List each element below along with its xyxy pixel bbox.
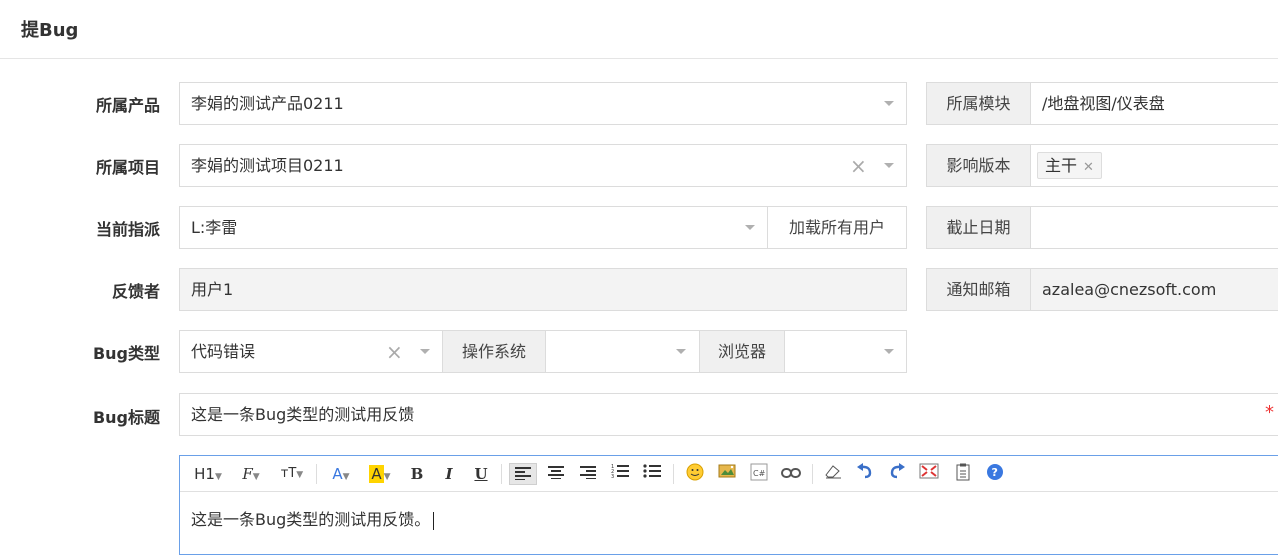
project-select[interactable]: 李娟的测试项目0211 × (179, 144, 907, 187)
editor-toolbar: H1▼ F▼ тT▼ A▼ A ▼ B I U 123 C# ? (180, 456, 1278, 492)
product-value: 李娟的测试产品0211 (191, 94, 344, 113)
product-select[interactable]: 李娟的测试产品0211 (179, 82, 907, 125)
feedback-by-label: 反馈者 (111, 282, 160, 301)
toolbar-separator (316, 464, 317, 484)
build-addon: 影响版本 (926, 144, 1031, 187)
description-editor[interactable]: H1▼ F▼ тT▼ A▼ A ▼ B I U 123 C# ? 这是一条Bug… (179, 455, 1278, 555)
assigned-value: L:李雷 (191, 218, 238, 237)
bug-type-value: 代码错误 (191, 342, 256, 361)
notify-email-value: azalea@cnezsoft.com (1042, 280, 1217, 299)
feedback-by-field: 用户1 (179, 268, 907, 311)
align-left-icon[interactable] (509, 463, 537, 485)
build-chip[interactable]: 主干 ✕ (1037, 152, 1102, 179)
svg-text:C#: C# (753, 469, 766, 478)
highlight-color-button[interactable]: A ▼ (364, 463, 396, 485)
font-size-button[interactable]: тT▼ (275, 463, 309, 485)
bug-title-input[interactable]: 这是一条Bug类型的测试用反馈 (179, 393, 1278, 436)
product-label: 所属产品 (95, 96, 160, 115)
text-cursor (433, 511, 435, 530)
toolbar-separator (812, 464, 813, 484)
italic-button[interactable]: I (439, 463, 459, 485)
svg-text:?: ? (992, 466, 998, 479)
chevron-down-icon (745, 225, 755, 230)
close-icon[interactable]: ✕ (1083, 160, 1094, 175)
bold-button[interactable]: B (407, 463, 427, 485)
assigned-label: 当前指派 (95, 220, 160, 239)
load-all-users-button[interactable]: 加载所有用户 (767, 206, 907, 249)
underline-button[interactable]: U (471, 463, 491, 485)
bug-title-value: 这是一条Bug类型的测试用反馈 (191, 405, 415, 424)
feedback-by-value: 用户1 (191, 280, 234, 299)
eraser-icon[interactable] (821, 463, 845, 485)
browser-addon: 浏览器 (699, 330, 785, 373)
code-icon[interactable]: C# (747, 463, 771, 485)
build-chip-label: 主干 (1045, 156, 1078, 175)
deadline-input[interactable] (1030, 206, 1278, 249)
bug-title-label: Bug标题 (92, 408, 160, 427)
notify-email-field: azalea@cnezsoft.com (1030, 268, 1278, 311)
os-addon: 操作系统 (442, 330, 546, 373)
image-icon[interactable] (715, 463, 739, 485)
page-header: 提Bug (0, 0, 1278, 59)
unordered-list-icon[interactable] (640, 463, 664, 485)
required-mark: * (1265, 402, 1274, 423)
chevron-down-icon (884, 163, 894, 168)
module-select[interactable]: /地盘视图/仪表盘 (1030, 82, 1278, 125)
font-color-button[interactable]: A▼ (326, 463, 356, 485)
fullscreen-icon[interactable] (917, 463, 941, 485)
paste-icon[interactable] (951, 463, 975, 485)
toolbar-separator (501, 464, 502, 484)
page-title: 提Bug (21, 20, 79, 41)
chevron-down-icon (884, 349, 894, 354)
assigned-select[interactable]: L:李雷 (179, 206, 768, 249)
project-value: 李娟的测试项目0211 (191, 156, 344, 175)
align-right-icon[interactable] (576, 463, 600, 485)
browser-select[interactable] (784, 330, 907, 373)
editor-content[interactable]: 这是一条Bug类型的测试用反馈。 (191, 506, 435, 530)
ordered-list-icon[interactable]: 123 (608, 463, 632, 485)
os-select[interactable] (545, 330, 700, 373)
module-addon: 所属模块 (926, 82, 1031, 125)
notify-email-addon: 通知邮箱 (926, 268, 1031, 311)
chevron-down-icon (884, 101, 894, 106)
bug-type-label: Bug类型 (92, 344, 160, 363)
link-icon[interactable] (779, 463, 803, 485)
build-select[interactable]: 主干 ✕ (1030, 144, 1278, 187)
chevron-down-icon (676, 349, 686, 354)
project-label: 所属项目 (95, 158, 160, 177)
help-icon[interactable]: ? (983, 463, 1007, 485)
bug-type-select[interactable]: 代码错误 × (179, 330, 443, 373)
clear-icon[interactable]: × (850, 156, 867, 176)
font-family-button[interactable]: F▼ (236, 463, 266, 485)
toolbar-separator (673, 464, 674, 484)
chevron-down-icon (420, 349, 430, 354)
undo-icon[interactable] (853, 463, 877, 485)
editor-text: 这是一条Bug类型的测试用反馈。 (191, 510, 431, 529)
module-value: /地盘视图/仪表盘 (1042, 94, 1165, 113)
redo-icon[interactable] (885, 463, 909, 485)
deadline-addon: 截止日期 (926, 206, 1031, 249)
svg-text:3: 3 (611, 474, 614, 479)
align-center-icon[interactable] (544, 463, 568, 485)
heading-button[interactable]: H1▼ (190, 463, 226, 485)
clear-icon[interactable]: × (386, 342, 403, 362)
emoticon-icon[interactable] (683, 463, 707, 485)
